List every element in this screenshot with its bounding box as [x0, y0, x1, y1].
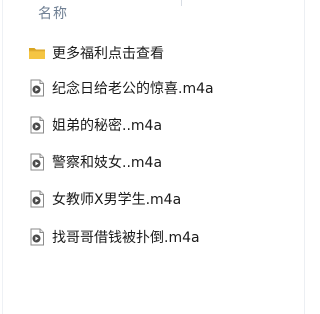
- pane-left-border: [2, 0, 3, 314]
- column-header-bar: 名称: [0, 0, 308, 28]
- list-item-label: 姐弟的秘密..m4a: [52, 118, 163, 134]
- audio-file-icon: [28, 228, 46, 246]
- audio-file-icon: [28, 116, 46, 134]
- name-column-header[interactable]: 名称: [38, 3, 68, 23]
- list-item-folder[interactable]: 更多福利点击查看: [18, 38, 304, 68]
- pane-right-border: [304, 0, 305, 314]
- list-item[interactable]: 姐弟的秘密..m4a: [18, 110, 304, 140]
- column-separator[interactable]: [181, 0, 182, 6]
- list-item-label: 纪念日给老公的惊喜.m4a: [52, 81, 214, 97]
- audio-file-icon: [28, 190, 46, 208]
- list-item[interactable]: 女教师X男学生.m4a: [18, 184, 304, 214]
- audio-file-icon: [28, 153, 46, 171]
- list-item[interactable]: 警察和妓女..m4a: [18, 147, 304, 177]
- list-item-label: 找哥哥借钱被扑倒.m4a: [52, 230, 200, 246]
- list-item-label: 更多福利点击查看: [52, 46, 164, 62]
- audio-file-icon: [28, 79, 46, 97]
- list-item-label: 警察和妓女..m4a: [52, 155, 163, 171]
- folder-icon: [28, 44, 46, 62]
- list-item-label: 女教师X男学生.m4a: [52, 192, 182, 208]
- list-item[interactable]: 找哥哥借钱被扑倒.m4a: [18, 222, 304, 252]
- file-explorer: 名称 更多福利点击查看 纪念日给老公的惊喜.m4a 姐弟的秘密..m4a 警察和…: [0, 0, 308, 314]
- list-item[interactable]: 纪念日给老公的惊喜.m4a: [18, 73, 304, 103]
